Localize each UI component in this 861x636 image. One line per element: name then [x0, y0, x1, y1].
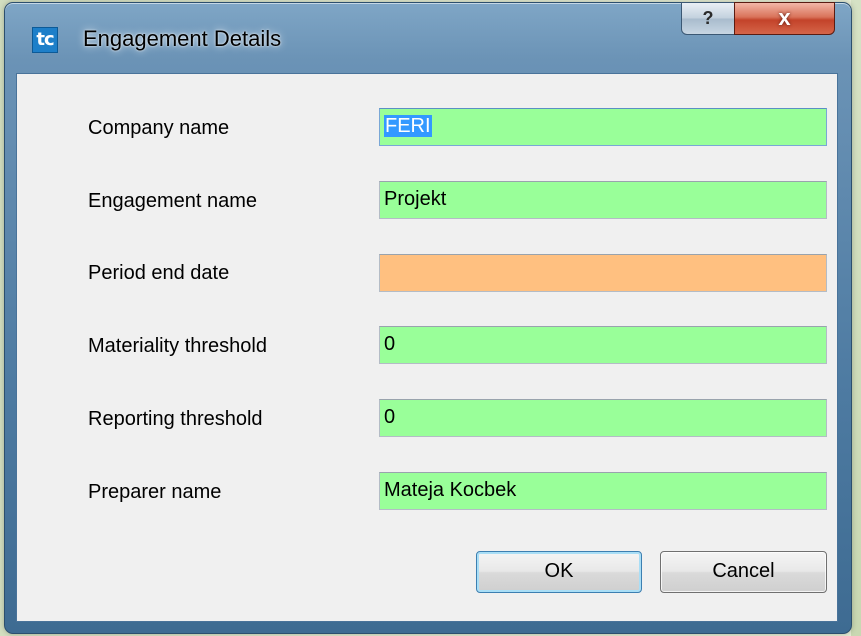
question-mark-icon: ? — [702, 8, 714, 28]
ok-button[interactable]: OK — [476, 551, 642, 593]
reporting-threshold-label: Reporting threshold — [88, 408, 263, 430]
title-bar[interactable]: tc Engagement Details ? x — [5, 2, 851, 75]
dialog-body: Company name FERI Engagement name Projek… — [16, 73, 838, 622]
engagement-details-dialog: tc Engagement Details ? x Company name F… — [4, 2, 852, 634]
engagement-name-label: Engagement name — [88, 190, 258, 212]
desktop-background — [851, 0, 861, 636]
company-name-label: Company name — [88, 117, 230, 139]
cancel-button[interactable]: Cancel — [660, 551, 827, 593]
materiality-threshold-label: Materiality threshold — [88, 335, 267, 357]
dialog-title: Engagement Details — [83, 26, 282, 51]
materiality-threshold-input[interactable]: 0 — [379, 326, 827, 364]
close-button[interactable]: x — [734, 2, 835, 35]
period-end-date-label: Period end date — [88, 262, 230, 284]
help-button[interactable]: ? — [681, 2, 735, 35]
company-name-input[interactable]: FERI — [379, 108, 827, 146]
reporting-threshold-input[interactable]: 0 — [379, 399, 827, 437]
engagement-name-input[interactable]: Projekt — [379, 181, 827, 219]
company-name-value: FERI — [384, 115, 432, 137]
app-logo-icon: tc — [32, 27, 58, 53]
preparer-name-input[interactable]: Mateja Kocbek — [379, 472, 827, 510]
period-end-date-input[interactable] — [379, 254, 827, 292]
close-icon: x — [778, 5, 791, 30]
preparer-name-label: Preparer name — [88, 481, 222, 503]
